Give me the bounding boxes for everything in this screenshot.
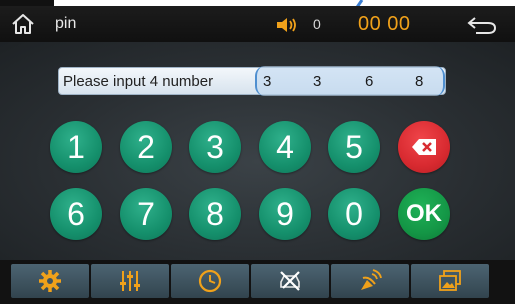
volume-level: 0 <box>313 16 321 32</box>
tab-car-tools[interactable] <box>251 264 329 298</box>
tab-settings[interactable] <box>11 264 89 298</box>
key-5[interactable]: 5 <box>328 121 380 173</box>
satellite-icon <box>361 269 382 290</box>
page-title: pin <box>55 15 77 32</box>
key-4[interactable]: 4 <box>259 121 311 173</box>
gallery-icon <box>439 270 461 291</box>
pin-prompt: Please input 4 number <box>63 73 214 90</box>
tab-satellite[interactable] <box>331 264 409 298</box>
key-1[interactable]: 1 <box>50 121 102 173</box>
back-icon[interactable] <box>466 14 498 36</box>
top-bar: pin 0 00 00 <box>0 6 515 42</box>
clock-icon <box>198 269 222 293</box>
pin-digit: 3 <box>263 73 272 90</box>
ok-button[interactable]: OK <box>398 188 450 240</box>
clock: 00 00 <box>358 13 411 35</box>
bottom-bar <box>0 260 515 304</box>
delete-button[interactable] <box>398 121 450 173</box>
pin-digit: 6 <box>365 73 374 90</box>
key-9[interactable]: 9 <box>259 188 311 240</box>
backspace-icon <box>412 139 436 155</box>
home-icon[interactable] <box>10 12 36 36</box>
key-0[interactable]: 0 <box>328 188 380 240</box>
key-2[interactable]: 2 <box>120 121 172 173</box>
pin-panel: Please input 4 number 3 3 6 8 1 2 3 4 5 … <box>0 42 515 260</box>
car-tools-icon <box>280 271 300 291</box>
tab-clock[interactable] <box>171 264 249 298</box>
pin-input[interactable]: Please input 4 number 3 3 6 8 <box>58 66 446 96</box>
volume-icon <box>277 18 296 32</box>
pin-digits: 3 3 6 8 <box>255 66 445 96</box>
key-6[interactable]: 6 <box>50 188 102 240</box>
pin-digit: 3 <box>313 73 322 90</box>
pin-digit: 8 <box>415 73 424 90</box>
equalizer-icon <box>120 271 140 291</box>
key-8[interactable]: 8 <box>189 188 241 240</box>
key-7[interactable]: 7 <box>120 188 172 240</box>
tab-gallery[interactable] <box>411 264 489 298</box>
key-3[interactable]: 3 <box>189 121 241 173</box>
tab-equalizer[interactable] <box>91 264 169 298</box>
gear-icon <box>39 270 61 292</box>
